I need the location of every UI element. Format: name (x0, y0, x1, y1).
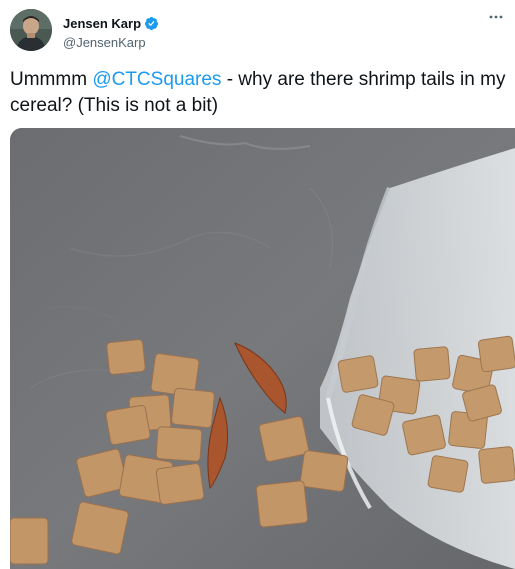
avatar-image (10, 9, 52, 51)
cereal-photo (10, 128, 515, 569)
author-handle[interactable]: @JensenKarp (63, 35, 159, 50)
avatar[interactable] (10, 9, 52, 51)
tweet-text-start: Ummmm (10, 69, 93, 90)
more-options-icon[interactable] (486, 9, 506, 29)
tweet: Jensen Karp @JensenKarp Ummmm @CTCSquare… (0, 0, 515, 569)
author-names: Jensen Karp @JensenKarp (63, 14, 159, 50)
tweet-header: Jensen Karp @JensenKarp (10, 9, 510, 55)
tweet-photo[interactable] (10, 128, 515, 569)
mention-link[interactable]: @CTCSquares (92, 69, 221, 90)
verified-badge-icon (144, 16, 159, 31)
display-name[interactable]: Jensen Karp (63, 16, 141, 31)
tweet-text: Ummmm @CTCSquares - why are there shrimp… (10, 67, 510, 119)
